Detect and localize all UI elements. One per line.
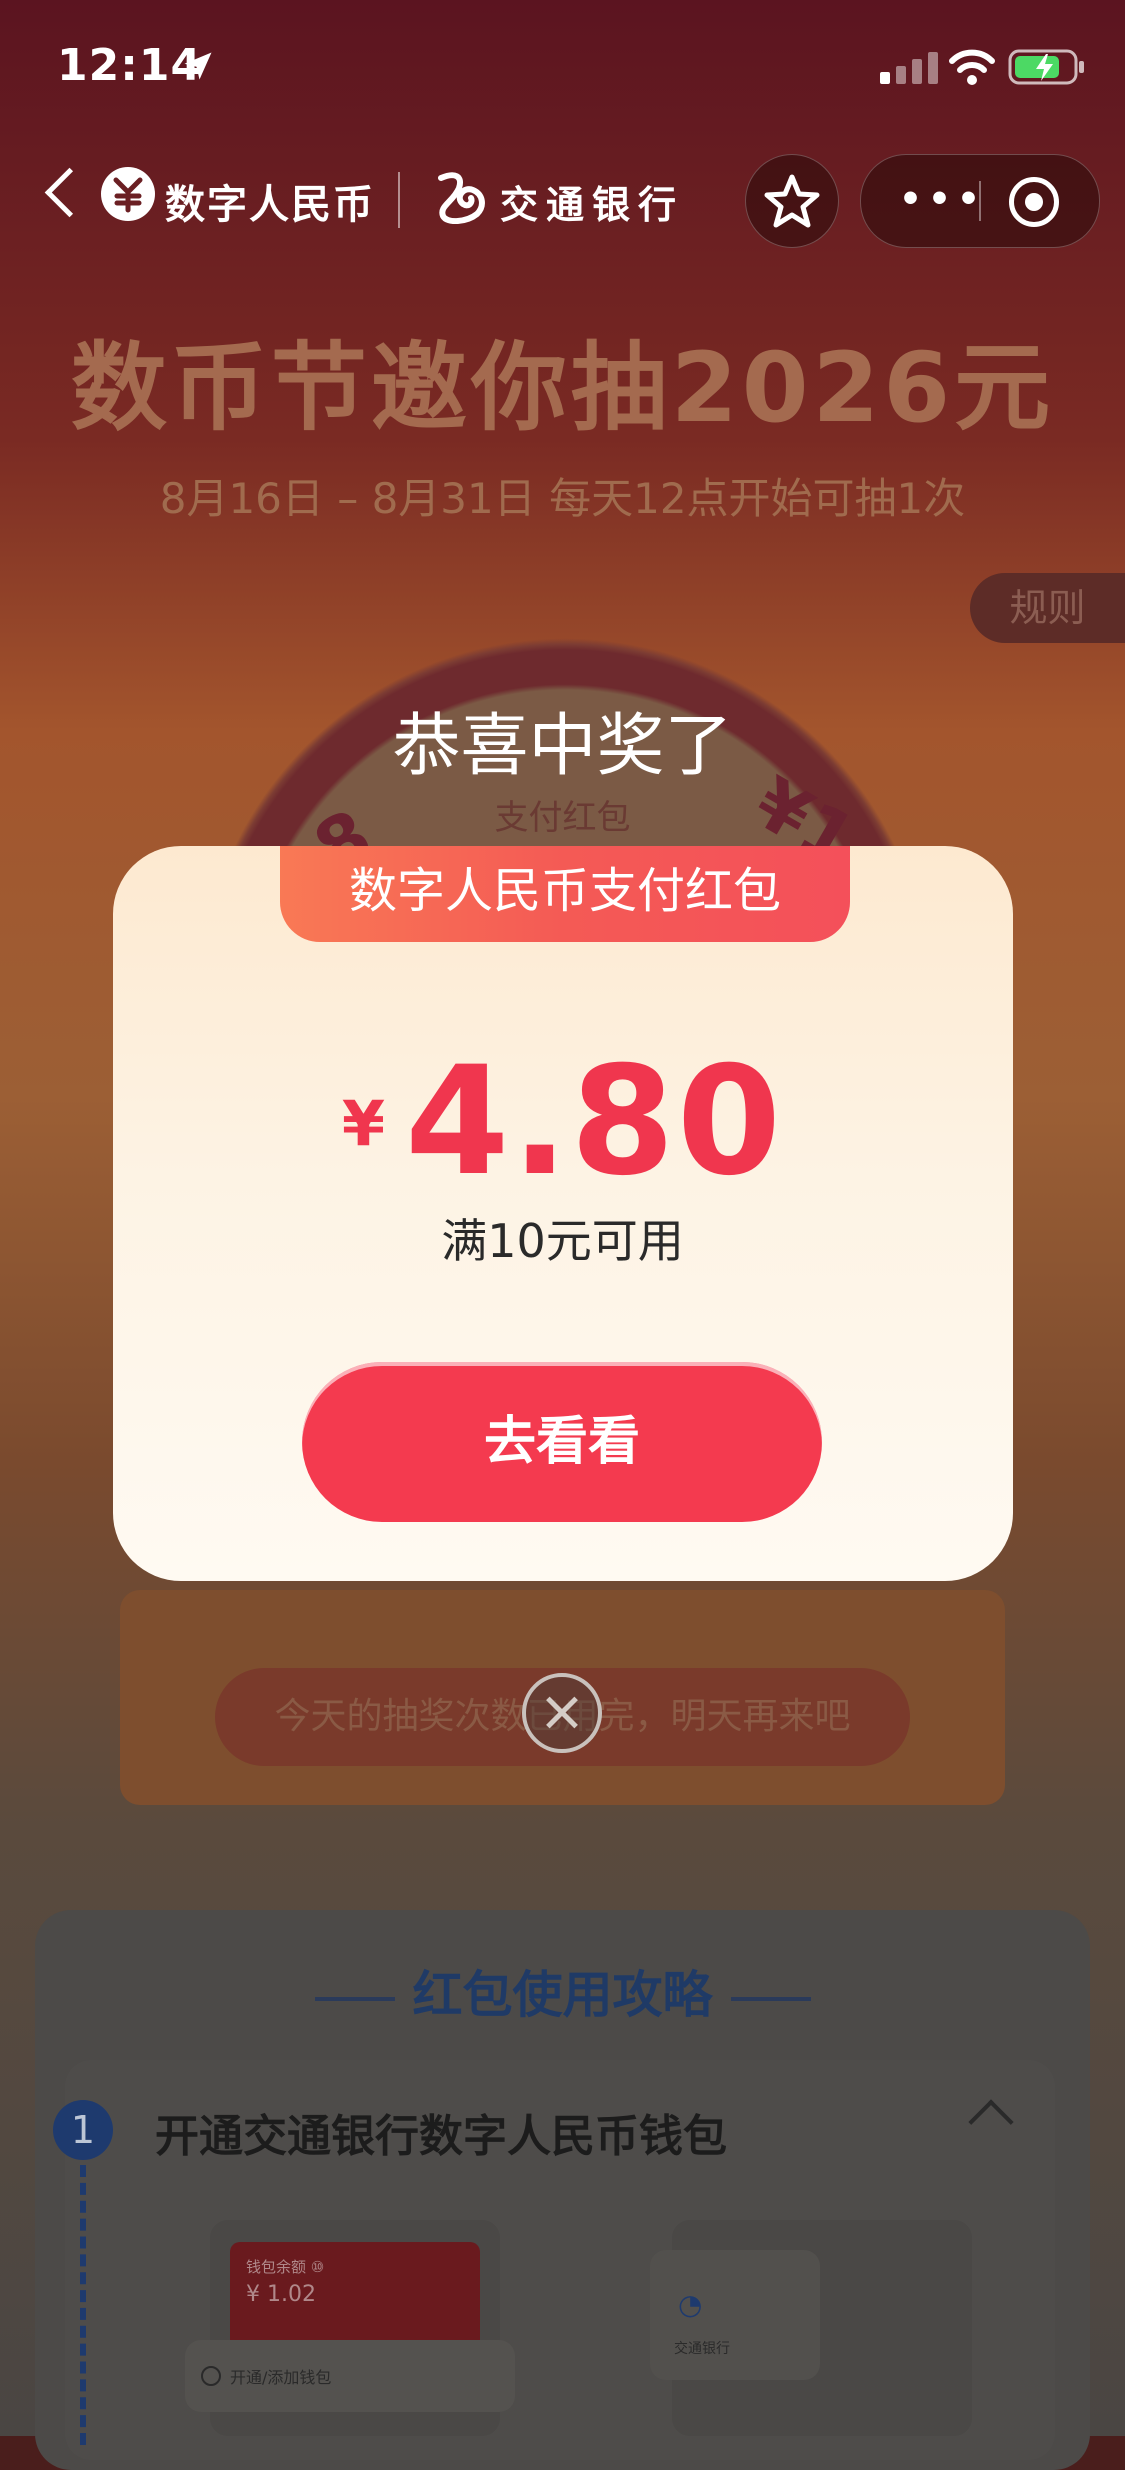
view-prize-button[interactable]: 去看看 xyxy=(302,1362,822,1522)
status-bar: 12:14 xyxy=(0,0,1125,132)
nav-divider xyxy=(398,172,400,228)
bocom-logo-icon xyxy=(438,172,485,224)
bank-name: 交通银行 xyxy=(500,183,685,227)
mini-program-nav-bar: 数字人民币 交通银行 ••• xyxy=(0,150,1125,250)
location-arrow-icon xyxy=(184,52,212,80)
ecny-app-name: 数字人民币 xyxy=(165,182,375,228)
prize-amount: ¥4.80 xyxy=(0,1035,1125,1209)
close-icon[interactable] xyxy=(522,1673,602,1753)
star-icon xyxy=(764,174,820,228)
cellular-signal-icon xyxy=(880,52,938,84)
currency-symbol: ¥ xyxy=(341,1087,386,1160)
favorite-button[interactable] xyxy=(745,154,839,248)
prize-value: 4.80 xyxy=(405,1035,784,1209)
more-options-icon[interactable]: ••• xyxy=(899,182,986,218)
mini-program-capsule: ••• xyxy=(860,154,1100,248)
congrats-heading: 恭喜中奖了 xyxy=(392,707,733,786)
battery-charging-icon xyxy=(1008,49,1084,85)
ecny-logo-icon xyxy=(101,167,155,221)
capsule-divider xyxy=(979,181,981,221)
wifi-icon xyxy=(949,49,995,85)
back-chevron-icon[interactable] xyxy=(44,167,95,218)
prize-type-ribbon: 数字人民币支付红包 xyxy=(280,846,850,942)
usage-condition: 满10元可用 xyxy=(441,1214,684,1268)
close-mini-program-icon[interactable] xyxy=(1009,177,1059,227)
